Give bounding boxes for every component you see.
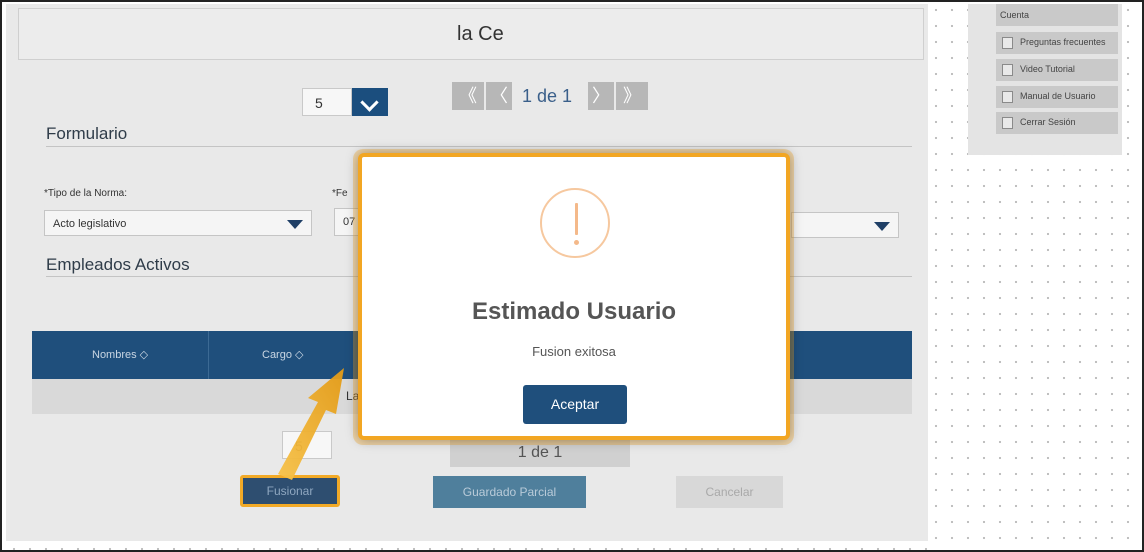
last-page-icon[interactable]: 》 bbox=[616, 82, 648, 110]
menu-item-icon bbox=[1002, 37, 1013, 49]
dialog-message: Fusion exitosa bbox=[532, 344, 616, 359]
tipo-norma-label: *Tipo de la Norma: bbox=[44, 188, 127, 199]
dialog-title: Estimado Usuario bbox=[471, 298, 677, 325]
first-page-icon[interactable]: 《 bbox=[452, 82, 484, 110]
menu-item-label: Video Tutorial bbox=[1020, 64, 1075, 74]
prev-page-icon[interactable]: 〈 bbox=[486, 82, 512, 110]
cancelar-button[interactable]: Cancelar bbox=[676, 476, 783, 508]
chevron-down-icon[interactable] bbox=[352, 88, 388, 116]
page-title: la Ce bbox=[457, 23, 504, 45]
user-menu: Cuenta Preguntas frecuentes Video Tutori… bbox=[968, 4, 1122, 155]
page-indicator: 1 de 1 bbox=[522, 86, 573, 106]
menu-item-label: Cerrar Sesión bbox=[1020, 117, 1076, 127]
menu-item-icon bbox=[1002, 91, 1013, 103]
menu-item-cerrar[interactable]: Cerrar Sesión bbox=[996, 112, 1118, 134]
third-select[interactable] bbox=[791, 212, 899, 238]
menu-item-label: Preguntas frecuentes bbox=[1020, 37, 1106, 47]
page-header: la Ce bbox=[18, 8, 924, 60]
menu-item-cuenta[interactable]: Cuenta bbox=[996, 4, 1118, 26]
pointer-arrow-icon bbox=[278, 368, 344, 480]
employees-section-title: Empleados Activos bbox=[46, 255, 190, 274]
menu-item-icon bbox=[1002, 117, 1013, 129]
form-section-title: Formulario bbox=[46, 124, 128, 143]
background-pattern bbox=[6, 541, 928, 550]
tipo-norma-select[interactable]: Acto legislativo bbox=[44, 210, 312, 236]
menu-item-label: Manual de Usuario bbox=[1020, 91, 1096, 101]
menu-item-manual[interactable]: Manual de Usuario bbox=[996, 86, 1118, 108]
section-divider bbox=[46, 146, 912, 147]
aceptar-button[interactable]: Aceptar bbox=[523, 385, 627, 424]
dropdown-caret-icon bbox=[287, 220, 303, 229]
guardado-parcial-button[interactable]: Guardado Parcial bbox=[433, 476, 586, 508]
page-size-select[interactable]: 5 bbox=[302, 88, 352, 116]
column-header-cargo[interactable]: Cargo ◇ bbox=[262, 348, 303, 361]
screen: la Ce 5 《 〈 1 de 1 〉 》 Formulario *Tipo … bbox=[0, 0, 1144, 552]
menu-item-icon bbox=[1002, 64, 1013, 76]
fecha-label: *Fe bbox=[332, 188, 348, 199]
menu-item-video[interactable]: Video Tutorial bbox=[996, 59, 1118, 81]
dropdown-caret-icon bbox=[874, 222, 890, 231]
column-divider bbox=[208, 331, 209, 379]
menu-item-preguntas[interactable]: Preguntas frecuentes bbox=[996, 32, 1118, 54]
tipo-norma-value: Acto legislativo bbox=[53, 218, 127, 230]
column-header-nombres[interactable]: Nombres ◇ bbox=[92, 348, 148, 361]
warning-icon bbox=[540, 188, 610, 258]
next-page-icon[interactable]: 〉 bbox=[588, 82, 614, 110]
alert-dialog: Estimado Usuario Fusion exitosa Aceptar bbox=[358, 153, 790, 440]
